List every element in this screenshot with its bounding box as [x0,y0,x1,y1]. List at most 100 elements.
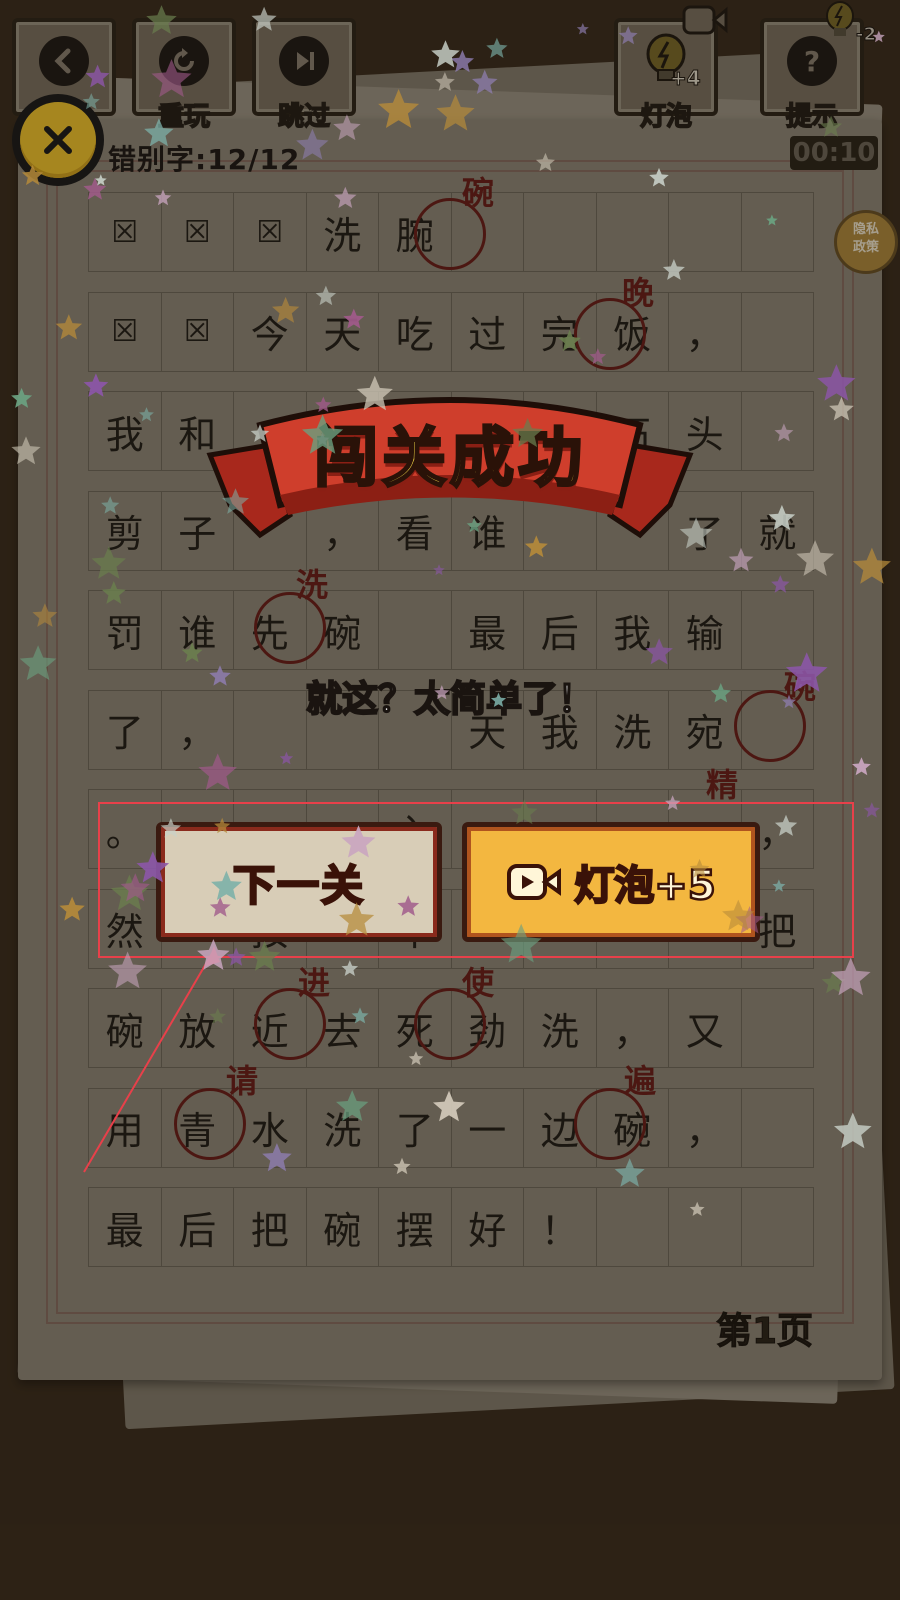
confetti-star-icon [101,581,126,604]
confetti-star-icon [710,683,731,703]
confetti-star-icon [589,348,607,365]
confetti-star-icon [59,896,85,921]
confetti-star-icon [154,189,172,206]
confetti-star-icon [433,564,445,576]
confetti-star-icon [614,1158,645,1187]
confetti-star-icon [490,692,507,707]
confetti-star-icon [535,152,555,172]
confetti-star-icon [472,69,498,94]
confetti-star-icon [32,603,58,627]
confetti-star-icon [766,214,778,226]
confetti-star-icon [829,396,854,421]
confetti-star-icon [214,817,231,834]
confetti-star-icon [251,6,277,31]
confetti-star-icon [279,751,294,765]
confetti-star-icon [679,517,713,549]
confetti-star-icon [863,802,880,818]
confetti-star-icon [768,504,796,531]
confetti-star-icon [11,387,33,408]
confetti-star-icon [296,128,329,160]
confetti-star-icon [198,753,237,790]
confetti-star-icon [55,314,83,340]
confetti-star-icon [82,93,100,110]
confetti-star-icon [434,72,455,91]
confetti-star-icon [146,5,177,34]
confetti-star-icon [209,665,231,686]
confetti-star-icon [397,895,420,916]
confetti-star-icon [351,1007,369,1024]
confetti-star-icon [378,89,420,128]
confetti-star-icon [91,546,126,579]
confetti-star-icon [834,1112,872,1149]
confetti-star-icon [524,535,548,558]
confetti-star-icon [248,941,281,971]
confetti-star-icon [108,951,147,989]
confetti-star-icon [83,373,109,397]
confetti-star-icon [689,858,710,878]
confetti-star-icon [486,37,508,58]
confetti-star-icon [209,1008,226,1024]
confetti-star-icon [151,59,192,98]
confetti-star-icon [341,825,376,858]
confetti-star-icon [136,851,170,883]
confetti-star-icon [662,259,685,280]
confetti-star-icon [645,638,673,665]
confetti-star-icon [434,685,450,700]
confetti-star-icon [315,396,332,412]
confetti-star-icon [11,436,41,465]
confetti-star-icon [436,94,475,131]
confetti-star-icon [728,547,754,572]
confetti-star-icon [262,1143,292,1172]
confetti-star-icon [408,1051,424,1066]
confetti-star-icon [181,642,203,663]
confetti-star-icon [511,799,538,825]
confetti-star-icon [209,897,231,917]
confetti-star-icon [689,1201,705,1216]
confetti-star-icon [302,414,344,454]
confetti-star-icon [852,757,871,776]
confetti-star-icon [336,1090,369,1121]
confetti-star-icon [774,814,798,836]
confetti-stars [11,5,891,1216]
confetti-star-icon [558,329,581,351]
confetti-star-icon [226,947,246,966]
confetti-star-icon [431,40,460,68]
confetti-star-icon [211,870,242,900]
confetti-star-icon [433,1090,465,1122]
confetti-star-icon [466,517,482,533]
confetti-star-icon [796,540,834,576]
confetti-star-icon [101,496,120,514]
confetti-star-icon [649,167,669,187]
confetti-star-icon [576,23,589,35]
confetti-star-icon [782,694,796,709]
confetti-star-icon [85,64,110,88]
confetti-star-icon [512,418,543,448]
confetti-star-icon [144,118,174,147]
confetti-star-icon [774,423,794,442]
confetti-star-icon [872,30,885,43]
confetti-star-icon [785,652,828,692]
confetti-star-icon [272,296,300,323]
confetti-star-icon [197,939,230,970]
confetti-star-icon [664,795,681,810]
confetti-star-icon [817,364,856,401]
confetti-star-icon [852,547,891,584]
confetti-star-icon [618,26,638,45]
confetti-star-icon [393,1157,411,1175]
confetti-star-icon [772,879,786,892]
confetti-star-icon [139,407,154,422]
confetti-star-icon [250,424,270,442]
confetti-star-icon [771,575,790,593]
confetti-star-icon [343,308,365,329]
confetti-star-icon [820,115,843,137]
confetti-star-icon [334,186,357,208]
confetti-star-icon [341,960,359,976]
confetti-star-icon [19,645,57,681]
confetti-star-icon [500,923,542,963]
confetti-star-icon [160,818,182,838]
confetti-star-icon [333,114,361,141]
confetti-star-icon [339,902,375,936]
confetti-star-icon [21,164,44,186]
confetti-star-icon [356,375,393,411]
confetti-star-icon [315,285,337,306]
